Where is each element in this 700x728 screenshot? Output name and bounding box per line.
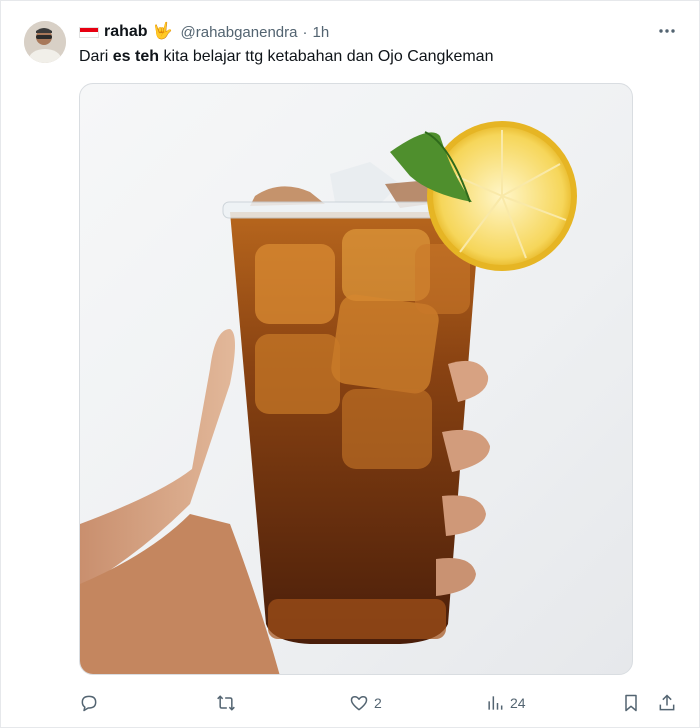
reply-icon bbox=[81, 695, 97, 712]
share-icon bbox=[659, 694, 675, 711]
share-button[interactable] bbox=[657, 689, 677, 717]
avatar-image bbox=[24, 21, 66, 63]
ellipsis-icon bbox=[659, 29, 675, 33]
heart-icon bbox=[350, 696, 368, 711]
views-icon bbox=[488, 696, 503, 710]
like-count: 2 bbox=[374, 695, 382, 711]
tweet-header: rahab 🤟 @rahabganendra · 1h bbox=[79, 21, 329, 43]
action-bar: 2 24 bbox=[79, 689, 679, 717]
retweet-button[interactable] bbox=[215, 689, 237, 717]
bookmark-icon bbox=[625, 694, 637, 712]
reply-button[interactable] bbox=[79, 689, 99, 717]
author-name[interactable]: rahab bbox=[104, 23, 148, 41]
tweet-text-end: kita belajar ttg ketabahan dan Ojo Cangk… bbox=[159, 48, 494, 65]
author-handle[interactable]: @rahabganendra bbox=[181, 24, 298, 41]
like-button[interactable]: 2 bbox=[349, 689, 382, 717]
views-count: 24 bbox=[510, 695, 526, 711]
tweet-text: Dari es teh kita belajar ttg ketabahan d… bbox=[79, 47, 493, 67]
iced-tea-image bbox=[80, 121, 577, 674]
indonesia-flag-icon bbox=[79, 26, 99, 38]
avatar[interactable] bbox=[24, 21, 66, 63]
retweet-icon bbox=[217, 695, 235, 711]
views-button[interactable]: 24 bbox=[485, 689, 526, 717]
tweet-text-bold: es teh bbox=[112, 48, 160, 65]
tweet-text-start: Dari bbox=[79, 48, 113, 65]
more-options-button[interactable] bbox=[657, 21, 677, 46]
separator-dot: · bbox=[302, 23, 308, 41]
rock-hand-icon: 🤟 bbox=[152, 23, 173, 40]
tweet-time[interactable]: 1h bbox=[312, 24, 329, 41]
bookmark-button[interactable] bbox=[621, 689, 641, 717]
tweet-card[interactable]: rahab 🤟 @rahabganendra · 1h Dari es teh … bbox=[0, 0, 700, 728]
tweet-image[interactable] bbox=[79, 83, 633, 675]
